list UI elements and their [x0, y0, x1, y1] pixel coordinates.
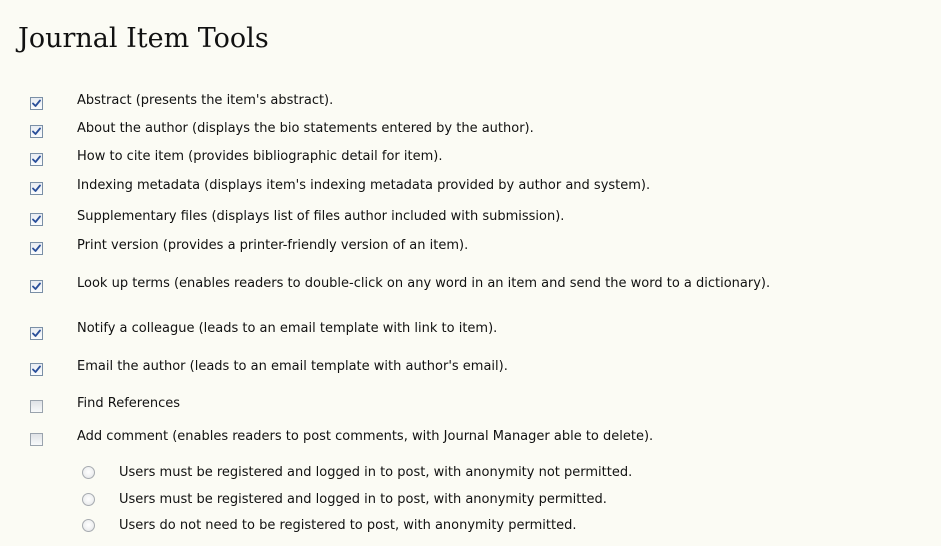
check-icon: [32, 282, 41, 290]
radio-registered-no-anonymity[interactable]: [82, 466, 95, 479]
tool-label-how-to-cite: How to cite item (provides bibliographic…: [77, 149, 443, 164]
tool-label-supplementary-files: Supplementary files (displays list of fi…: [77, 209, 565, 224]
comment-option-label: Users do not need to be registered to po…: [119, 518, 577, 533]
check-icon: [32, 184, 41, 192]
checkbox-print-version[interactable]: [30, 242, 43, 255]
comment-option-label: Users must be registered and logged in t…: [119, 465, 633, 480]
tool-label-notify-colleague: Notify a colleague (leads to an email te…: [77, 321, 498, 336]
checkbox-about-author[interactable]: [30, 125, 43, 138]
checkbox-email-author[interactable]: [30, 363, 43, 376]
checkbox-add-comment[interactable]: [30, 433, 43, 446]
check-icon: [32, 127, 41, 135]
checkbox-abstract[interactable]: [30, 97, 43, 110]
tool-label-look-up-terms: Look up terms (enables readers to double…: [77, 276, 771, 291]
radio-registered-anonymity[interactable]: [82, 493, 95, 506]
comment-option-label: Users must be registered and logged in t…: [119, 492, 607, 507]
tool-label-indexing-metadata: Indexing metadata (displays item's index…: [77, 178, 651, 193]
tool-label-add-comment: Add comment (enables readers to post com…: [77, 429, 654, 444]
check-icon: [32, 244, 41, 252]
checkbox-notify-colleague[interactable]: [30, 327, 43, 340]
check-icon: [32, 329, 41, 337]
tool-label-find-references: Find References: [77, 396, 181, 411]
tool-label-print-version: Print version (provides a printer-friend…: [77, 238, 469, 253]
section-title: Journal Item Tools: [18, 23, 269, 54]
tool-label-abstract: Abstract (presents the item's abstract).: [77, 93, 334, 108]
check-icon: [32, 99, 41, 107]
check-icon: [32, 155, 41, 163]
tool-label-email-author: Email the author (leads to an email temp…: [77, 359, 508, 374]
checkbox-look-up-terms[interactable]: [30, 280, 43, 293]
tool-label-about-author: About the author (displays the bio state…: [77, 121, 534, 136]
checkbox-how-to-cite[interactable]: [30, 153, 43, 166]
radio-anonymous-no-registration[interactable]: [82, 519, 95, 532]
check-icon: [32, 215, 41, 223]
checkbox-supplementary-files[interactable]: [30, 213, 43, 226]
journal-item-tools-page: Journal Item Tools Abstract (presents th…: [0, 0, 941, 546]
checkbox-indexing-metadata[interactable]: [30, 182, 43, 195]
checkbox-find-references[interactable]: [30, 400, 43, 413]
check-icon: [32, 365, 41, 373]
